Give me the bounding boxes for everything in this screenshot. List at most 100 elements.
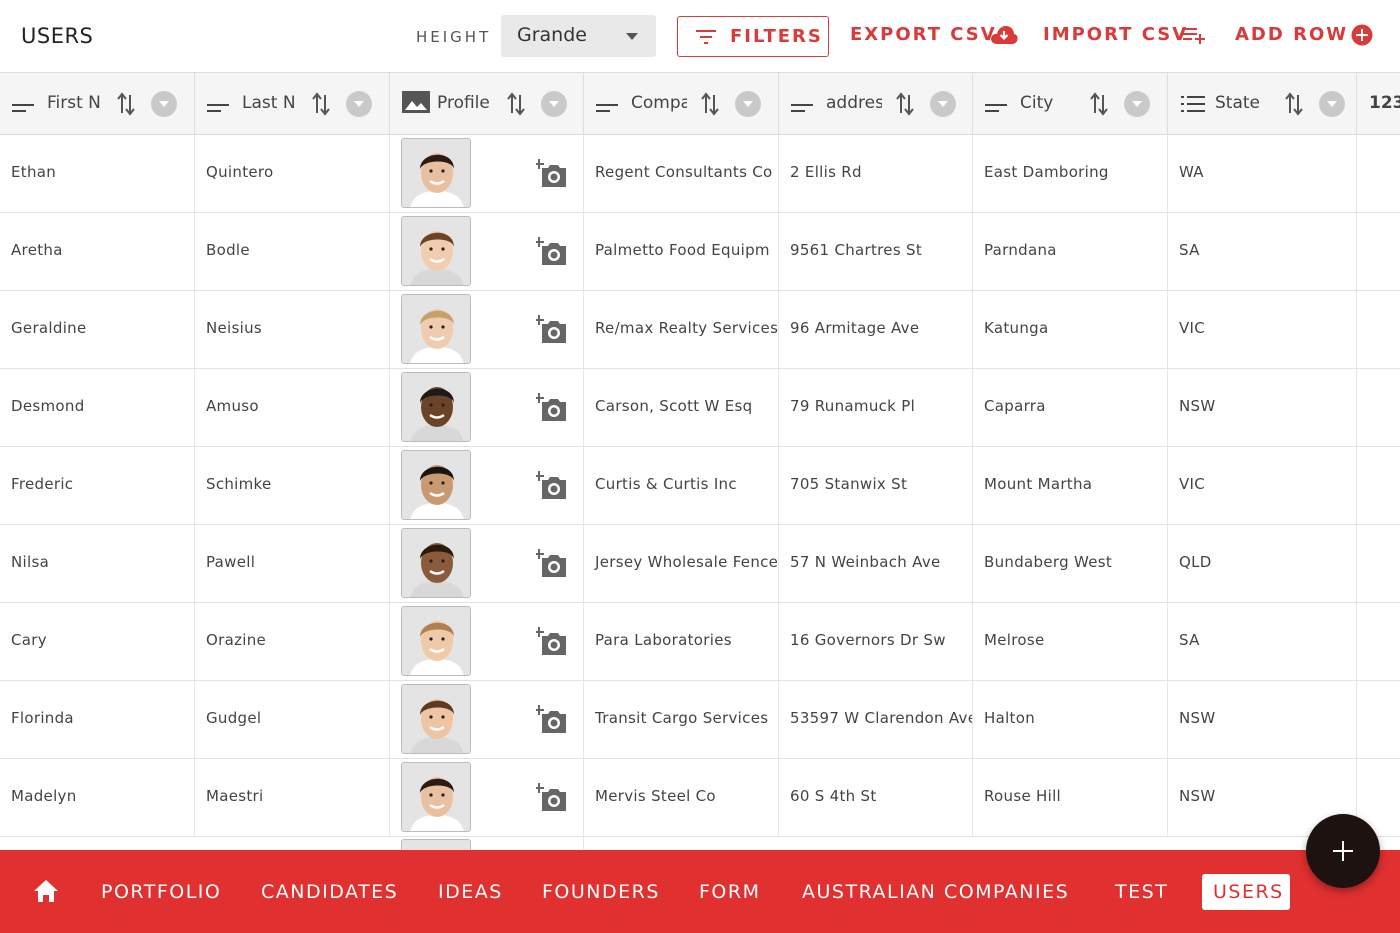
table-cell[interactable] — [1357, 291, 1400, 368]
table-cell[interactable]: 60 S 4th St — [779, 759, 973, 836]
sort-icon[interactable] — [117, 92, 135, 120]
table-cell[interactable]: Florinda — [0, 681, 195, 758]
table-cell[interactable]: Mervis Steel Co — [584, 759, 779, 836]
table-cell[interactable]: 79 Runamuck Pl — [779, 369, 973, 446]
table-cell[interactable]: 705 Stanwix St — [779, 447, 973, 524]
table-cell[interactable]: SA — [1168, 213, 1357, 290]
column-header[interactable]: Profile — [390, 73, 584, 135]
column-menu-icon[interactable] — [1124, 91, 1150, 117]
add-photo-icon[interactable] — [534, 627, 568, 661]
column-header[interactable]: First N — [0, 73, 195, 135]
add-fab-button[interactable] — [1306, 814, 1380, 888]
add-photo-icon[interactable] — [534, 393, 568, 427]
table-cell[interactable]: 2 Ellis Rd — [779, 135, 973, 212]
column-header[interactable]: Compa — [584, 73, 779, 135]
table-cell[interactable]: 96 Armitage Ave — [779, 291, 973, 368]
nav-item-form[interactable]: FORM — [699, 881, 760, 903]
table-cell[interactable]: Parndana — [973, 213, 1168, 290]
nav-item-founders[interactable]: FOUNDERS — [542, 881, 660, 903]
import-csv-button[interactable]: IMPORT CSV — [1043, 24, 1205, 45]
column-header[interactable]: addres — [779, 73, 973, 135]
column-header[interactable]: City — [973, 73, 1168, 135]
table-cell[interactable]: SA — [1168, 603, 1357, 680]
add-photo-icon[interactable] — [534, 237, 568, 271]
table-cell[interactable]: 53597 W Clarendon Ave — [779, 681, 973, 758]
table-cell[interactable]: 9561 Chartres St — [779, 213, 973, 290]
table-cell[interactable] — [1357, 681, 1400, 758]
table-cell[interactable] — [390, 525, 584, 602]
column-header[interactable]: State — [1168, 73, 1357, 135]
table-cell[interactable]: Neisius — [195, 291, 390, 368]
column-header[interactable]: Last N — [195, 73, 390, 135]
table-cell[interactable]: Madelyn — [0, 759, 195, 836]
home-icon[interactable] — [33, 879, 59, 903]
add-photo-icon[interactable] — [534, 471, 568, 505]
table-cell[interactable] — [1357, 369, 1400, 446]
table-cell[interactable] — [390, 135, 584, 212]
table-cell[interactable]: Desmond — [0, 369, 195, 446]
table-cell[interactable]: QLD — [1168, 525, 1357, 602]
table-cell[interactable]: Geraldine — [0, 291, 195, 368]
table-cell[interactable]: Maestri — [195, 759, 390, 836]
table-cell[interactable]: Orazine — [195, 603, 390, 680]
table-cell[interactable]: VIC — [1168, 447, 1357, 524]
column-menu-icon[interactable] — [541, 91, 567, 117]
column-header[interactable]: 123 — [1357, 73, 1400, 135]
add-photo-icon[interactable] — [534, 705, 568, 739]
column-menu-icon[interactable] — [930, 91, 956, 117]
table-cell[interactable] — [390, 681, 584, 758]
table-cell[interactable]: Ethan — [0, 135, 195, 212]
table-cell[interactable]: Re/max Realty Services — [584, 291, 779, 368]
column-menu-icon[interactable] — [346, 91, 372, 117]
table-cell[interactable] — [390, 291, 584, 368]
add-photo-icon[interactable] — [534, 783, 568, 817]
table-cell[interactable] — [1357, 603, 1400, 680]
sort-icon[interactable] — [701, 92, 719, 120]
nav-item-candidates[interactable]: CANDIDATES — [261, 881, 398, 903]
sort-icon[interactable] — [312, 92, 330, 120]
sort-icon[interactable] — [1285, 92, 1303, 120]
table-cell[interactable] — [390, 447, 584, 524]
table-cell[interactable]: Rouse Hill — [973, 759, 1168, 836]
table-cell[interactable] — [1357, 135, 1400, 212]
table-cell[interactable]: Schimke — [195, 447, 390, 524]
table-cell[interactable]: Katunga — [973, 291, 1168, 368]
table-cell[interactable]: Amuso — [195, 369, 390, 446]
table-cell[interactable] — [390, 603, 584, 680]
sort-icon[interactable] — [507, 92, 525, 120]
table-cell[interactable]: Pawell — [195, 525, 390, 602]
table-cell[interactable]: Bodle — [195, 213, 390, 290]
table-cell[interactable]: Melrose — [973, 603, 1168, 680]
table-cell[interactable]: Transit Cargo Services — [584, 681, 779, 758]
sort-icon[interactable] — [1090, 92, 1108, 120]
table-cell[interactable]: Gudgel — [195, 681, 390, 758]
table-cell[interactable]: Quintero — [195, 135, 390, 212]
height-select[interactable]: Grande — [501, 15, 656, 57]
table-cell[interactable]: Nilsa — [0, 525, 195, 602]
table-cell[interactable]: East Damboring — [973, 135, 1168, 212]
table-cell[interactable]: Regent Consultants Co — [584, 135, 779, 212]
table-cell[interactable]: VIC — [1168, 291, 1357, 368]
table-cell[interactable]: Jersey Wholesale Fence — [584, 525, 779, 602]
table-cell[interactable] — [390, 759, 584, 836]
add-row-button[interactable]: ADD ROW — [1235, 24, 1373, 46]
table-cell[interactable]: 16 Governors Dr Sw — [779, 603, 973, 680]
table-cell[interactable] — [390, 369, 584, 446]
nav-item-portfolio[interactable]: PORTFOLIO — [101, 881, 221, 903]
table-cell[interactable]: Frederic — [0, 447, 195, 524]
nav-item-users[interactable]: USERS — [1202, 874, 1290, 910]
nav-item-test[interactable]: TEST — [1115, 881, 1168, 903]
table-cell[interactable]: Para Laboratories — [584, 603, 779, 680]
table-cell[interactable]: Caparra — [973, 369, 1168, 446]
add-photo-icon[interactable] — [534, 315, 568, 349]
table-cell[interactable]: Carson, Scott W Esq — [584, 369, 779, 446]
filters-button[interactable]: FILTERS — [677, 16, 829, 57]
table-cell[interactable]: WA — [1168, 135, 1357, 212]
table-cell[interactable] — [1357, 447, 1400, 524]
table-cell[interactable]: Bundaberg West — [973, 525, 1168, 602]
table-cell[interactable]: Palmetto Food Equipm — [584, 213, 779, 290]
table-cell[interactable]: 57 N Weinbach Ave — [779, 525, 973, 602]
table-cell[interactable] — [390, 213, 584, 290]
table-cell[interactable] — [390, 837, 584, 850]
column-menu-icon[interactable] — [735, 91, 761, 117]
